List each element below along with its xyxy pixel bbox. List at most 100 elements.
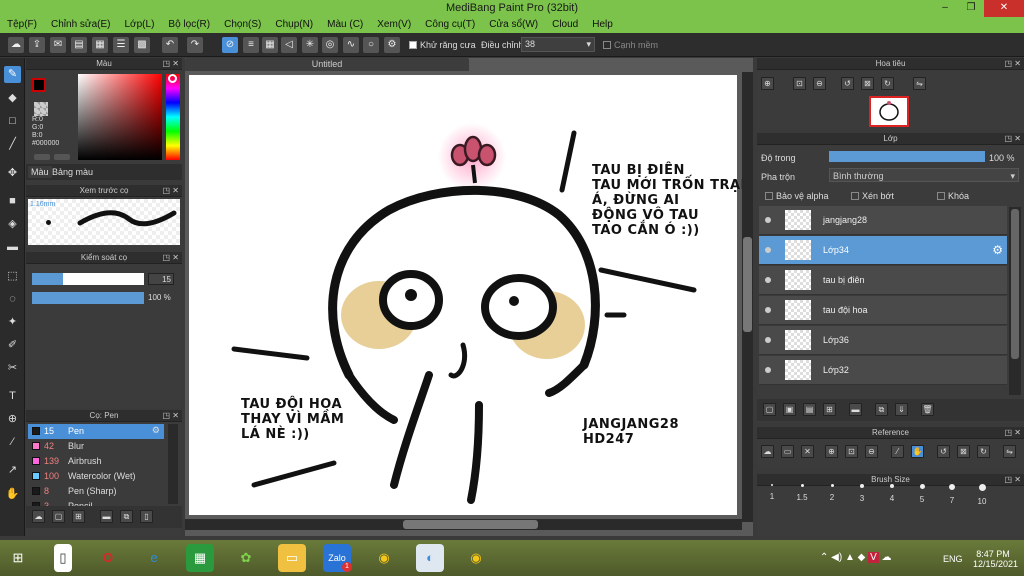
zoom-out-icon[interactable]: ⊖ <box>813 77 826 90</box>
vertical-scrollbar[interactable] <box>742 72 753 522</box>
select-eraser-icon[interactable]: ✂ <box>4 360 21 377</box>
layer-opacity-slider[interactable] <box>829 151 985 162</box>
clipping-checkbox[interactable]: Xén bớt <box>851 191 894 201</box>
brush-size-slider[interactable] <box>32 273 144 285</box>
pen-tool-icon[interactable]: ╱ <box>4 136 21 153</box>
ref-zoom-out-icon[interactable]: ⊖ <box>865 445 878 458</box>
delete-layer-icon[interactable]: 🗑 <box>921 403 934 416</box>
menu-file[interactable]: Tệp(F) <box>0 17 44 33</box>
brush-list-item[interactable]: 42 Blur <box>28 439 164 454</box>
rect-fill-icon[interactable]: ■ <box>4 193 21 210</box>
layer-row[interactable]: Lớp34 ⚙ <box>759 236 1007 265</box>
open-reference-icon[interactable]: ▭ <box>781 445 794 458</box>
menu-help[interactable]: Help <box>585 17 620 33</box>
add-layer-menu-icon[interactable]: ⊞ <box>823 403 836 416</box>
soft-edge-checkbox[interactable]: Cạnh mềm <box>603 40 658 50</box>
layer-row[interactable]: Lớp32 <box>759 356 1007 385</box>
ref-zoom-in-icon[interactable]: ⊕ <box>825 445 838 458</box>
menu-window[interactable]: Cửa sổ(W) <box>482 17 545 33</box>
ref-eyedropper-icon[interactable]: ⁄ <box>891 445 904 458</box>
concentric-snap-icon[interactable]: ◎ <box>322 37 338 53</box>
app-icon[interactable]: ✿ <box>232 544 260 572</box>
ref-rotate-left-icon[interactable]: ↺ <box>937 445 950 458</box>
edge-icon[interactable]: e <box>140 544 168 572</box>
cloud-brush-icon[interactable]: ☁ <box>32 510 45 523</box>
list-icon[interactable]: ☰ <box>113 37 129 53</box>
minimize-button[interactable]: – <box>932 0 958 17</box>
parallel-snap-icon[interactable]: ≡ <box>243 37 259 53</box>
clock[interactable]: 8:47 PM 12/15/2021 <box>973 549 1018 569</box>
layer-row[interactable]: tau đội hoa <box>759 296 1007 325</box>
fit-window-icon[interactable]: ⊠ <box>861 77 874 90</box>
rotate-right-icon[interactable]: ↻ <box>881 77 894 90</box>
chrome-icon[interactable]: ◉ <box>370 544 398 572</box>
new-8bit-layer-icon[interactable]: ▤ <box>803 403 816 416</box>
system-tray-icons[interactable]: ⌃ ◀) ▲ ◆ V ☁ <box>820 552 892 563</box>
new-layer-icon[interactable]: ▢ <box>763 403 776 416</box>
new-brush-icon[interactable]: ▢ <box>52 510 65 523</box>
brush-list-item[interactable]: 8 Pen (Sharp) <box>28 484 164 499</box>
gear-icon[interactable]: ⚙ <box>152 425 160 436</box>
gear-icon[interactable]: ⚙ <box>992 243 1003 257</box>
eye-icon[interactable] <box>765 367 771 373</box>
add-color-button[interactable] <box>34 154 50 160</box>
tab-palette[interactable]: Bảng màu <box>52 167 93 177</box>
undo-icon[interactable]: ↶ <box>162 37 178 53</box>
close-button[interactable]: ✕ <box>984 0 1024 17</box>
ref-flip-icon[interactable]: ⇋ <box>1003 445 1016 458</box>
hue-slider[interactable] <box>166 74 180 160</box>
eye-icon[interactable] <box>765 337 771 343</box>
eye-icon[interactable] <box>765 277 771 283</box>
foreground-color-swatch[interactable] <box>32 78 46 92</box>
page-icon[interactable]: ▦ <box>92 37 108 53</box>
drawing-canvas[interactable]: TAU BỊ ĐIÊN TAU MỚI TRỐN TRẠI Á, ĐỪNG AI… <box>189 75 745 515</box>
transparent-color-swatch[interactable] <box>34 102 48 116</box>
menu-color[interactable]: Màu (C) <box>320 17 370 33</box>
store-icon[interactable]: ▦ <box>186 544 214 572</box>
brush-size-preset[interactable]: 1 <box>757 484 787 501</box>
perspective-snap-icon[interactable]: ◁ <box>281 37 297 53</box>
horizontal-scroll-thumb[interactable] <box>403 520 538 529</box>
file-icon[interactable]: ▯ <box>54 544 72 572</box>
menu-snap[interactable]: Chụp(N) <box>268 17 320 33</box>
layer-folder-icon[interactable]: ▬ <box>849 403 862 416</box>
panel-close-icon[interactable]: ◳ ✕ <box>163 252 179 264</box>
chrome-profile-icon[interactable]: ◉ <box>462 544 490 572</box>
hue-handle[interactable] <box>168 74 177 83</box>
circle-snap-icon[interactable]: ○ <box>363 37 379 53</box>
layer-row[interactable]: Lớp36 <box>759 326 1007 355</box>
opera-icon[interactable]: O <box>94 544 122 572</box>
brush-size-preset[interactable]: 4 <box>877 484 907 503</box>
cloud-reference-icon[interactable]: ☁ <box>761 445 774 458</box>
share-icon[interactable]: ⇪ <box>29 37 45 53</box>
menu-filter[interactable]: Bộ lọc(R) <box>161 17 217 33</box>
brush-size-value[interactable]: 15 <box>148 273 174 285</box>
tab-color[interactable]: Màu <box>28 166 52 178</box>
gradient-tool-icon[interactable]: ▬ <box>4 239 21 256</box>
menu-edit[interactable]: Chỉnh sửa(E) <box>44 17 118 33</box>
grid-icon[interactable]: ▩ <box>134 37 150 53</box>
merge-layer-icon[interactable]: ⇓ <box>895 403 908 416</box>
hand-tool-icon[interactable]: ✋ <box>4 486 21 503</box>
document-icon[interactable]: ▤ <box>71 37 87 53</box>
correction-select[interactable]: 38 ▾ <box>521 37 595 52</box>
medibang-icon[interactable]: ◐ <box>416 544 444 572</box>
windows-start-icon[interactable]: ⊞ <box>4 544 32 572</box>
move-tool-icon[interactable]: ✥ <box>4 165 21 182</box>
menu-view[interactable]: Xem(V) <box>370 17 418 33</box>
duplicate-layer-icon[interactable]: ⧉ <box>875 403 888 416</box>
eye-icon[interactable] <box>765 217 771 223</box>
brush-list-item[interactable]: 139 Airbrush <box>28 454 164 469</box>
navigator-thumbnail[interactable] <box>869 96 909 127</box>
brush-size-preset[interactable]: 5 <box>907 484 937 504</box>
cloud-icon[interactable]: ☁ <box>8 37 24 53</box>
layer-row[interactable]: jangjang28 <box>759 206 1007 235</box>
brush-size-preset[interactable]: 2 <box>817 484 847 502</box>
duplicate-icon[interactable]: ⧉ <box>120 510 133 523</box>
close-reference-icon[interactable]: ✕ <box>801 445 814 458</box>
rotate-left-icon[interactable]: ↺ <box>841 77 854 90</box>
vertical-scroll-thumb[interactable] <box>743 237 752 332</box>
panel-close-icon[interactable]: ◳ ✕ <box>163 58 179 70</box>
curve-snap-icon[interactable]: ∿ <box>343 37 359 53</box>
brush-size-preset[interactable]: 7 <box>937 484 967 505</box>
